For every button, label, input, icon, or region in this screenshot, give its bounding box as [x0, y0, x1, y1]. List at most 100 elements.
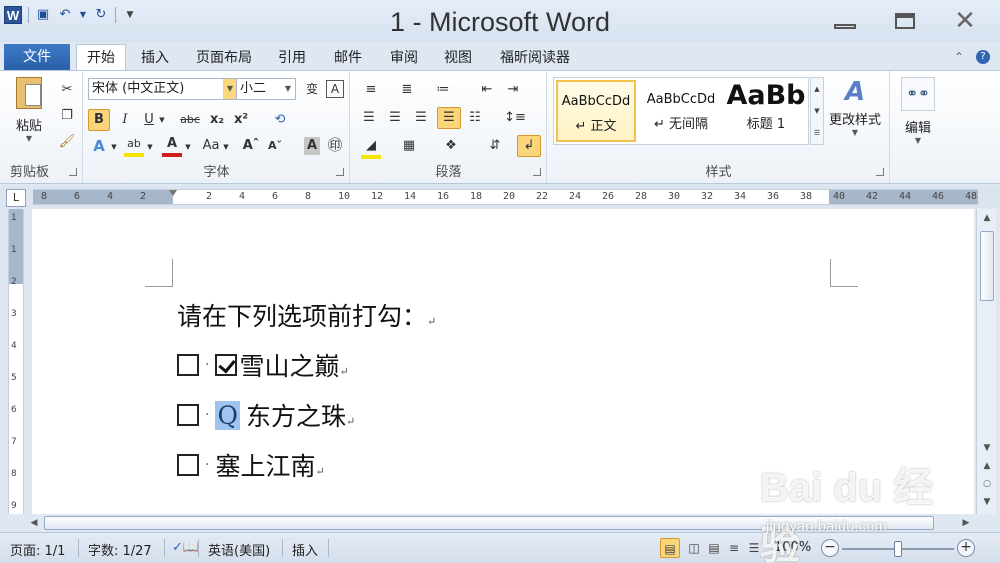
clipboard-launcher-icon[interactable]: [69, 168, 77, 176]
selected-text[interactable]: Q: [215, 400, 240, 430]
web-layout-icon[interactable]: ▤: [704, 538, 724, 558]
numbering-icon[interactable]: ≣: [397, 81, 417, 99]
scroll-left-icon[interactable]: ◀: [24, 514, 44, 532]
horizontal-ruler[interactable]: 8 6 4 2 2 4 6 8 10 12 14 16 18 20 22 24 26 28 30 32 34 36 38 40…: [33, 189, 978, 205]
outline-view-icon[interactable]: ≡: [724, 538, 744, 558]
style-no-spacing[interactable]: AaBbCcDd ↵ 无间隔: [640, 80, 722, 142]
previous-page-icon[interactable]: ▲: [977, 457, 997, 475]
status-word-count[interactable]: 字数: 1/27: [88, 540, 152, 559]
scroll-up-icon[interactable]: ▲: [977, 209, 997, 227]
tab-mailings[interactable]: 邮件: [326, 47, 370, 71]
wen-icon[interactable]: 变: [302, 80, 322, 98]
multilevel-list-icon[interactable]: ≔: [433, 81, 453, 99]
indent-marker-icon[interactable]: [169, 190, 177, 204]
cut-icon[interactable]: ✂: [58, 81, 76, 99]
doc-heading-line[interactable]: 请在下列选项前打勾： ↵: [177, 297, 436, 333]
help-icon[interactable]: ?: [976, 50, 990, 64]
scroll-down-icon[interactable]: ▼: [977, 439, 997, 457]
paste-button[interactable]: 粘贴 ▼: [6, 77, 52, 143]
copy-icon[interactable]: ❐: [58, 107, 76, 125]
change-case-dropdown-icon[interactable]: ▼: [222, 138, 230, 156]
option-text: 塞上江南: [215, 452, 316, 481]
ruler-tick-label: 44: [899, 191, 912, 202]
styles-launcher-icon[interactable]: [876, 168, 884, 176]
tab-home[interactable]: 开始: [76, 44, 126, 72]
font-launcher-icon[interactable]: [336, 168, 344, 176]
vertical-ruler[interactable]: 1 1 2 3 4 5 6 7 8 9: [8, 209, 24, 514]
next-page-icon[interactable]: ▼: [977, 493, 997, 511]
grow-font-icon[interactable]: Aˆ: [242, 137, 260, 155]
subscript-button[interactable]: x₂: [208, 111, 226, 129]
font-size-value: 小二: [240, 81, 267, 96]
option-line-2[interactable]: · Q 东方之珠 ↵: [177, 397, 355, 433]
shrink-font-icon[interactable]: Aˇ: [266, 137, 284, 155]
tab-selector[interactable]: L: [6, 189, 26, 207]
paragraph-launcher-icon[interactable]: [533, 168, 541, 176]
chevron-down-icon[interactable]: ▼: [281, 79, 295, 99]
browse-object-icon[interactable]: ○: [977, 475, 997, 493]
font-size-combobox[interactable]: 小二 ▼: [236, 78, 296, 100]
bullets-icon[interactable]: ≡: [361, 81, 381, 99]
editing-button[interactable]: ⚭⚭ 编辑 ▼: [895, 77, 941, 145]
print-layout-view-icon[interactable]: ▤: [660, 538, 680, 558]
style-normal[interactable]: AaBbCcDd ↵ 正文: [556, 80, 636, 142]
ruler-tick-label: 14: [404, 191, 417, 202]
strikethrough-button[interactable]: abc: [178, 111, 202, 129]
chevron-down-icon[interactable]: ▼: [223, 79, 237, 99]
italic-button[interactable]: I: [116, 111, 134, 129]
tab-page-layout[interactable]: 页面布局: [188, 47, 260, 71]
borders-icon[interactable]: ▦: [399, 137, 419, 155]
show-hide-marks-icon[interactable]: ↲: [517, 135, 541, 157]
character-shading-icon[interactable]: A: [304, 137, 320, 155]
font-color-dropdown-icon[interactable]: ▼: [184, 138, 192, 156]
format-painter-icon[interactable]: 🖌: [58, 133, 76, 151]
justify-icon[interactable]: ☰: [437, 107, 461, 129]
highlight-dropdown-icon[interactable]: ▼: [146, 138, 154, 156]
text-effects-dropdown-icon[interactable]: ▼: [110, 138, 118, 156]
tab-references[interactable]: 引用: [270, 47, 314, 71]
highlight-color-icon[interactable]: ab: [124, 135, 144, 157]
underline-dropdown-icon[interactable]: ▼: [158, 111, 166, 129]
underline-button[interactable]: U: [140, 111, 158, 129]
bold-button[interactable]: B: [88, 109, 110, 131]
change-styles-button[interactable]: A 更改样式 ▼: [824, 77, 886, 137]
option-line-1[interactable]: · 雪山之巅 ↵: [177, 347, 349, 383]
decrease-indent-icon[interactable]: ⇤: [477, 81, 497, 99]
option-line-3[interactable]: · 塞上江南 ↵: [177, 447, 325, 483]
shading-icon[interactable]: ◢: [361, 137, 381, 159]
sort-icon[interactable]: ⇵: [485, 137, 505, 155]
character-border-icon[interactable]: A: [326, 80, 344, 98]
superscript-button[interactable]: x²: [232, 111, 250, 129]
minimize-ribbon-icon[interactable]: ⌃: [954, 50, 964, 64]
status-page[interactable]: 页面: 1/1: [10, 540, 65, 559]
proofing-icon[interactable]: ✓📖: [172, 540, 199, 555]
close-button[interactable]: ✕: [936, 2, 994, 40]
font-name-combobox[interactable]: 宋体 (中文正文) ▼: [88, 78, 238, 100]
full-screen-reading-icon[interactable]: ◫: [684, 538, 704, 558]
align-left-icon[interactable]: ☰: [359, 109, 379, 127]
style-heading-1[interactable]: AaBb 标题 1: [724, 80, 808, 142]
change-case-icon[interactable]: Aa: [200, 137, 222, 155]
tab-view[interactable]: 视图: [436, 47, 480, 71]
styles-scroll[interactable]: ▲ ▼ ☰: [810, 77, 824, 145]
minimize-button[interactable]: [816, 2, 874, 40]
chinese-layout-icon[interactable]: ❖: [441, 137, 461, 155]
status-language[interactable]: 英语(美国): [208, 540, 270, 559]
clear-formatting-icon[interactable]: ⟲: [270, 111, 290, 129]
text-effects-icon[interactable]: A: [90, 137, 108, 155]
status-insert-mode[interactable]: 插入: [292, 540, 318, 559]
tab-review[interactable]: 审阅: [382, 47, 426, 71]
distributed-icon[interactable]: ☷: [465, 109, 485, 127]
align-right-icon[interactable]: ☰: [411, 109, 431, 127]
line-spacing-icon[interactable]: ↕≡: [501, 109, 529, 127]
enclose-characters-icon[interactable]: ㊞: [326, 136, 344, 154]
vertical-scrollbar[interactable]: ▲ ▼ ▲ ○ ▼: [976, 209, 996, 514]
tab-file[interactable]: 文件: [4, 44, 70, 71]
font-color-icon[interactable]: A: [162, 135, 182, 157]
vertical-scroll-thumb[interactable]: [980, 231, 994, 301]
restore-button[interactable]: [876, 2, 934, 40]
tab-foxit-reader[interactable]: 福昕阅读器: [492, 47, 578, 71]
tab-insert[interactable]: 插入: [134, 47, 176, 71]
increase-indent-icon[interactable]: ⇥: [503, 81, 523, 99]
align-center-icon[interactable]: ☰: [385, 109, 405, 127]
